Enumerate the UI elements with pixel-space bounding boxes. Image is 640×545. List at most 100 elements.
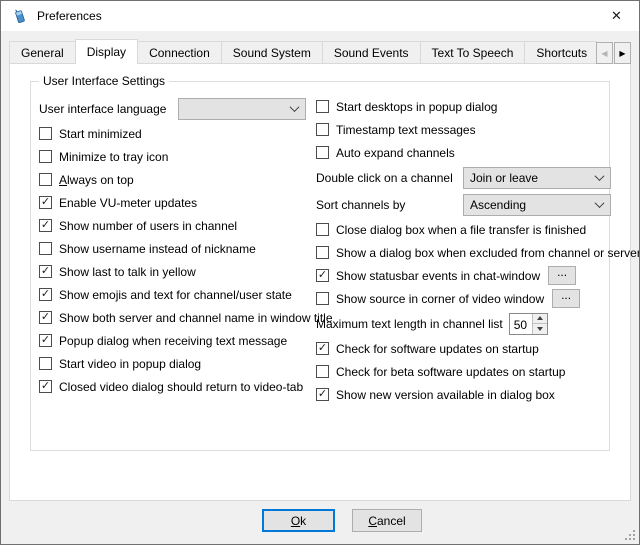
row-show-new-version-available-in-dialog-box[interactable]: ✓ Show new version available in dialog bo…: [316, 383, 609, 406]
tab-sound-events[interactable]: Sound Events: [322, 41, 421, 64]
more-button[interactable]: ...: [552, 289, 580, 308]
chevron-down-icon: [595, 171, 605, 181]
tab-connection[interactable]: Connection: [137, 41, 222, 64]
checkbox[interactable]: ✓: [39, 265, 52, 278]
row-show-username-instead-of-nickname[interactable]: ✓ Show username instead of nickname: [39, 237, 316, 260]
row-show-both-server-and-channel-name-in-window-title[interactable]: ✓Show both server and channel name in wi…: [39, 306, 316, 329]
checkbox[interactable]: ✓: [316, 388, 329, 401]
field-label: Double click on a channel: [316, 171, 463, 185]
checkbox[interactable]: ✓: [316, 269, 329, 282]
check-icon: ✓: [41, 220, 50, 231]
checkbox[interactable]: ✓: [316, 146, 329, 159]
field-label: Sort channels by: [316, 198, 463, 212]
display-tab-page: User Interface Settings User interface l…: [9, 63, 631, 501]
row-enable-vu-meter-updates[interactable]: ✓Enable VU-meter updates: [39, 191, 316, 214]
tab-text-to-speech[interactable]: Text To Speech: [420, 41, 526, 64]
row-show-statusbar-events-in-chat-window[interactable]: ✓ Show statusbar events in chat-window...: [316, 264, 609, 287]
row-show-number-of-users-in-channel[interactable]: ✓Show number of users in channel: [39, 214, 316, 237]
checkbox[interactable]: ✓: [316, 342, 329, 355]
checkbox-label: Always on top: [59, 173, 134, 187]
window-title: Preferences: [37, 9, 102, 23]
row-popup-dialog-when-receiving-text-message[interactable]: ✓ Popup dialog when receiving text messag…: [39, 329, 316, 352]
cancel-button[interactable]: Cancel: [352, 509, 422, 532]
tab-sound-system[interactable]: Sound System: [221, 41, 323, 64]
row-start-minimized[interactable]: ✓Start minimized: [39, 122, 316, 145]
checkbox-label: Show statusbar events in chat-window: [336, 269, 540, 283]
row-show-a-dialog-box-when-excluded-from-channel-or-server[interactable]: ✓Show a dialog box when excluded from ch…: [316, 241, 609, 264]
checkbox-label: Show username instead of nickname: [59, 242, 256, 256]
row-start-video-in-popup-dialog[interactable]: ✓Start video in popup dialog: [39, 352, 316, 375]
user-interface-language-combobox[interactable]: [178, 98, 306, 120]
checkbox-label: Show source in corner of video window: [336, 292, 544, 306]
field-maximum-text-length-in-channel-list: Maximum text length in channel list 50: [316, 310, 609, 337]
row-timestamp-text-messages[interactable]: ✓Timestamp text messages: [316, 118, 609, 141]
checkbox[interactable]: ✓: [316, 292, 329, 305]
row-show-emojis-and-text-for-channel-user-state[interactable]: ✓Show emojis and text for channel/user s…: [39, 283, 316, 306]
settings-columns: User interface language✓Start minimized✓…: [31, 82, 609, 406]
row-show-last-to-talk-in-yellow[interactable]: ✓Show last to talk in yellow: [39, 260, 316, 283]
maximum-text-length-in-channel-list-spinbox[interactable]: 50: [509, 313, 548, 335]
checkbox[interactable]: ✓: [39, 242, 52, 255]
row-close-dialog-box-when-a-file-transfer-is-finished[interactable]: ✓Close dialog box when a file transfer i…: [316, 218, 609, 241]
sort-channels-by-combobox[interactable]: Ascending: [463, 194, 611, 216]
resize-grip[interactable]: [633, 538, 635, 540]
checkbox[interactable]: ✓: [316, 123, 329, 136]
title-bar: Preferences ✕: [1, 1, 639, 31]
tab-general[interactable]: General: [9, 41, 76, 64]
checkbox-label: Popup dialog when receiving text message: [59, 334, 287, 348]
checkbox-label: Show new version available in dialog box: [336, 388, 555, 402]
checkbox[interactable]: ✓: [39, 219, 52, 232]
checkbox[interactable]: ✓: [316, 100, 329, 113]
row-auto-expand-channels[interactable]: ✓Auto expand channels: [316, 141, 609, 164]
more-button[interactable]: ...: [548, 266, 576, 285]
check-icon: ✓: [41, 197, 50, 208]
checkbox[interactable]: ✓: [316, 365, 329, 378]
tab-scroll-right-button[interactable]: ▶: [614, 42, 631, 64]
chevron-down-icon: [290, 102, 300, 112]
tab-list: GeneralDisplayConnectionSound SystemSoun…: [9, 39, 597, 64]
checkbox[interactable]: ✓: [39, 288, 52, 301]
tab-shortcuts[interactable]: Shortcuts: [524, 41, 597, 64]
field-double-click-on-a-channel: Double click on a channelJoin or leave: [316, 164, 609, 191]
checkbox[interactable]: ✓: [316, 246, 329, 259]
check-icon: ✓: [318, 343, 327, 354]
row-check-for-beta-software-updates-on-startup[interactable]: ✓ Check for beta software updates on star…: [316, 360, 609, 383]
field-label: Maximum text length in channel list: [316, 317, 503, 331]
checkbox[interactable]: ✓: [39, 357, 52, 370]
tab-scroll-left-button[interactable]: ◀: [596, 42, 613, 64]
checkbox[interactable]: ✓: [39, 380, 52, 393]
right-column: ✓ Start desktops in popup dialog ✓Timestam…: [316, 95, 609, 406]
dialog-footer: Ok Cancel: [23, 509, 640, 532]
close-button[interactable]: ✕: [594, 1, 639, 31]
checkbox[interactable]: ✓: [39, 173, 52, 186]
row-closed-video-dialog-should-return-to-video-tab[interactable]: ✓Closed video dialog should return to vi…: [39, 375, 316, 398]
tab-display[interactable]: Display: [75, 39, 138, 64]
checkbox[interactable]: ✓: [39, 150, 52, 163]
checkbox[interactable]: ✓: [39, 196, 52, 209]
check-icon: ✓: [41, 312, 50, 323]
checkbox[interactable]: ✓: [316, 223, 329, 236]
ok-button[interactable]: Ok: [262, 509, 335, 532]
spin-up-button[interactable]: [533, 314, 547, 325]
chevron-down-icon: [595, 198, 605, 208]
tab-bar: GeneralDisplayConnectionSound SystemSoun…: [9, 39, 631, 64]
double-click-on-a-channel-combobox[interactable]: Join or leave: [463, 167, 611, 189]
row-always-on-top[interactable]: ✓ Always on top: [39, 168, 316, 191]
check-icon: ✓: [318, 389, 327, 400]
field-user-interface-language: User interface language: [39, 95, 316, 122]
row-check-for-software-updates-on-startup[interactable]: ✓Check for software updates on startup: [316, 337, 609, 360]
row-show-source-in-corner-of-video-window[interactable]: ✓ Show source in corner of video window..…: [316, 287, 609, 310]
spin-down-button[interactable]: [533, 324, 547, 334]
row-start-desktops-in-popup-dialog[interactable]: ✓ Start desktops in popup dialog: [316, 95, 609, 118]
checkbox-label: Check for beta software updates on start…: [336, 365, 565, 379]
checkbox[interactable]: ✓: [39, 334, 52, 347]
check-icon: ✓: [41, 381, 50, 392]
checkbox[interactable]: ✓: [39, 311, 52, 324]
checkbox-label: Show a dialog box when excluded from cha…: [336, 246, 640, 260]
user-interface-settings-group: User Interface Settings User interface l…: [30, 81, 610, 451]
group-title: User Interface Settings: [39, 74, 169, 88]
checkbox-label: Start desktops in popup dialog: [336, 100, 497, 114]
field-sort-channels-by: Sort channels byAscending: [316, 191, 609, 218]
checkbox[interactable]: ✓: [39, 127, 52, 140]
row-minimize-to-tray-icon[interactable]: ✓Minimize to tray icon: [39, 145, 316, 168]
